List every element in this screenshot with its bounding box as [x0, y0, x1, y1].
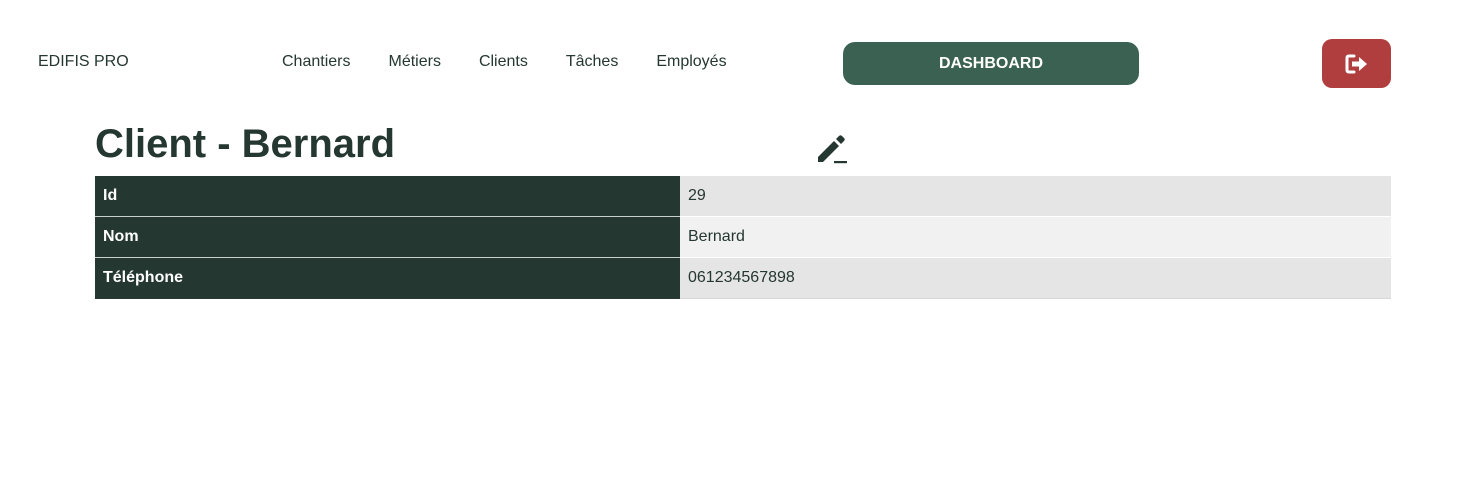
page-title: Client - Bernard	[95, 122, 396, 166]
table-row: Id 29	[95, 176, 1391, 217]
pencil-icon[interactable]	[815, 131, 849, 165]
row-label-id: Id	[95, 176, 680, 217]
client-details-table: Id 29 Nom Bernard Téléphone 061234567898	[95, 176, 1391, 299]
nav-link-metiers[interactable]: Métiers	[388, 53, 440, 71]
dashboard-button[interactable]: DASHBOARD	[843, 42, 1139, 85]
main-nav: Chantiers Métiers Clients Tâches Employé…	[282, 53, 765, 71]
brand-link[interactable]: EDIFIS PRO	[38, 53, 129, 71]
row-value-telephone: 061234567898	[680, 257, 1391, 299]
logout-button[interactable]	[1322, 39, 1391, 88]
row-label-telephone: Téléphone	[95, 257, 680, 299]
row-value-id: 29	[680, 176, 1391, 217]
navbar: EDIFIS PRO Chantiers Métiers Clients Tâc…	[0, 0, 1482, 120]
table-row: Téléphone 061234567898	[95, 257, 1391, 299]
nav-link-chantiers[interactable]: Chantiers	[282, 53, 350, 71]
nav-link-taches[interactable]: Tâches	[566, 53, 618, 71]
row-label-nom: Nom	[95, 216, 680, 258]
sign-out-icon	[1345, 54, 1367, 73]
nav-link-employes[interactable]: Employés	[656, 53, 726, 71]
row-value-nom: Bernard	[680, 216, 1391, 258]
table-row: Nom Bernard	[95, 216, 1391, 258]
nav-link-clients[interactable]: Clients	[479, 53, 528, 71]
